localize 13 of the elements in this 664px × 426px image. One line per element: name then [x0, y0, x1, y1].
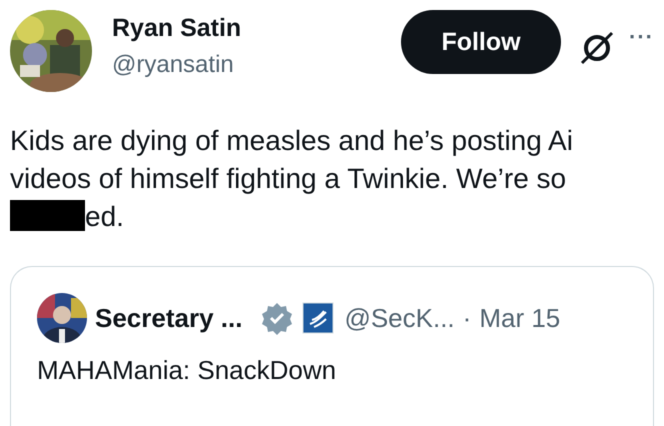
- follow-button[interactable]: Follow: [401, 10, 562, 74]
- post-text: Kids are dying of measles and he’s posting Ai videos of himself fighting a Twinkie. We’re so ed.: [10, 124, 574, 234]
- slashed-circle-icon[interactable]: [579, 30, 616, 66]
- separator-dot: ·: [462, 302, 472, 334]
- author-name[interactable]: Ryan Satin: [112, 14, 242, 43]
- post-date[interactable]: Mar 15: [479, 302, 560, 334]
- eagle-emblem-icon: [302, 302, 334, 334]
- quoted-post-card[interactable]: Secretary ... @SecK... · Mar 15 MAHAMania: SnackDown: [10, 266, 654, 426]
- more-button[interactable]: ···: [629, 24, 654, 50]
- quoted-post-text: MAHAMania: SnackDown: [37, 355, 338, 386]
- quoted-author-handle[interactable]: @SecK...: [344, 302, 455, 334]
- quoted-author-name[interactable]: Secretary ...: [95, 302, 242, 334]
- author-handle[interactable]: @ryansatin: [112, 51, 242, 79]
